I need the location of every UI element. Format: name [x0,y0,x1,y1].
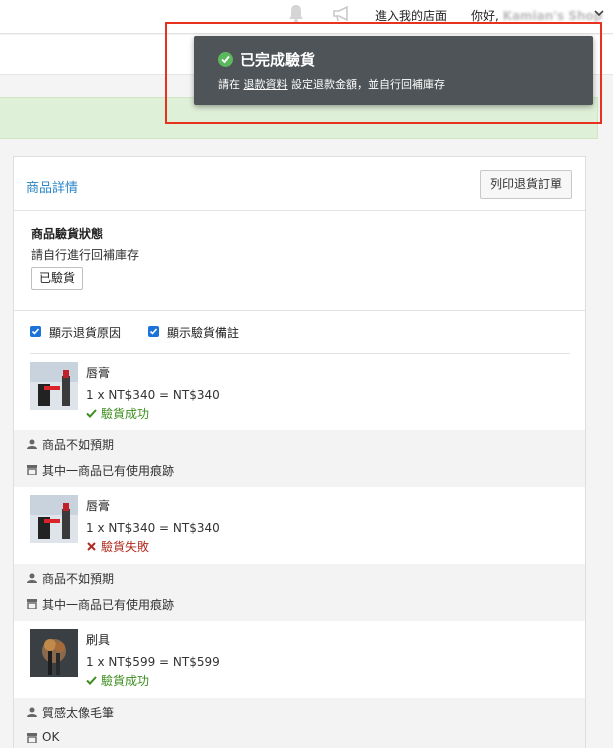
store-link[interactable]: 進入我的店面 [375,7,447,24]
user-greeting[interactable]: 你好, Kamian's Shop [471,7,602,24]
product-thumbnail [30,629,78,677]
user-icon [27,707,37,717]
product-price: 1 x NT$599 = NT$599 [86,655,220,669]
checkbox-checked-icon[interactable] [30,326,41,337]
refund-info-link[interactable]: 退款資料 [244,78,288,91]
greeting-label: 你好, [471,9,499,23]
item-notes: 商品不如預期 其中一商品已有使用痕跡 [14,430,585,487]
top-bar: 進入我的店面 你好, Kamian's Shop [0,0,613,34]
inspection-result-label: 驗貨成功 [101,407,150,421]
toast-message: 請在 退款資料 設定退款金額，並自行回補庫存 [218,76,445,92]
check-circle-icon [218,52,233,67]
product-name: 刷具 [86,633,111,647]
toast-notification: 已完成驗貨 請在 退款資料 設定退款金額，並自行回補庫存 [194,36,593,105]
toast-title: 已完成驗貨 [240,51,316,69]
product-name: 唇膏 [86,366,111,380]
show-note-label[interactable]: 顯示驗貨備註 [167,324,239,341]
list-item: 刷具 1 x NT$599 = NT$599 驗貨成功 [14,629,585,694]
checkbox-checked-icon[interactable] [148,326,159,337]
inspection-result: 驗貨成功 [86,672,149,689]
inspection-result-label: 驗貨失敗 [101,540,150,554]
inspection-status-section: 商品驗貨狀態 請自行進行回補庫存 已驗貨 [14,212,585,311]
product-thumbnail [30,495,78,543]
panel-title: 商品詳情 [26,181,79,196]
product-thumbnail [30,362,78,410]
megaphone-icon[interactable] [332,6,352,22]
list-item: 唇膏 1 x NT$340 = NT$340 驗貨成功 [14,362,585,427]
list-item: 唇膏 1 x NT$340 = NT$340 驗貨失敗 [14,495,585,560]
bell-icon[interactable] [287,4,305,24]
inspection-result: 驗貨成功 [86,405,149,422]
return-reason: 商品不如預期 [42,438,115,452]
user-icon [27,439,37,449]
inspection-note: 其中一商品已有使用痕跡 [42,464,175,478]
store-icon [27,465,37,475]
inspection-note: 其中一商品已有使用痕跡 [42,598,175,612]
product-name: 唇膏 [86,499,111,513]
check-icon [86,409,97,418]
product-price: 1 x NT$340 = NT$340 [86,521,220,535]
shop-name: Kamian's Shop [502,9,603,23]
panel-header: 商品詳情 列印退貨訂單 [14,157,585,211]
store-icon [27,599,37,609]
toast-message-suffix: 設定退款金額，並自行回補庫存 [287,78,445,91]
display-options: 顯示退貨原因 顯示驗貨備註 [30,324,570,354]
cross-icon [87,542,96,551]
toast-message-prefix: 請在 [218,78,244,91]
print-return-order-button[interactable]: 列印退貨訂單 [480,170,572,199]
check-icon [86,676,97,685]
return-reason: 質感太像毛筆 [42,706,115,720]
status-hint: 請自行進行回補庫存 [31,248,140,262]
chevron-down-icon[interactable] [594,9,604,17]
return-reason: 商品不如預期 [42,572,115,586]
inspection-result-label: 驗貨成功 [101,674,150,688]
status-heading: 商品驗貨狀態 [31,227,104,241]
product-details-panel: 商品詳情 列印退貨訂單 商品驗貨狀態 請自行進行回補庫存 已驗貨 顯示退貨原因 … [13,156,586,748]
store-icon [27,733,37,743]
item-notes: 質感太像毛筆 OK [14,698,585,748]
user-icon [27,573,37,583]
inspection-note: OK [42,730,60,744]
product-price: 1 x NT$340 = NT$340 [86,388,220,402]
show-reason-label[interactable]: 顯示退貨原因 [49,324,121,341]
inspection-result: 驗貨失敗 [86,538,149,555]
item-notes: 商品不如預期 其中一商品已有使用痕跡 [14,564,585,621]
status-badge: 已驗貨 [31,267,84,290]
